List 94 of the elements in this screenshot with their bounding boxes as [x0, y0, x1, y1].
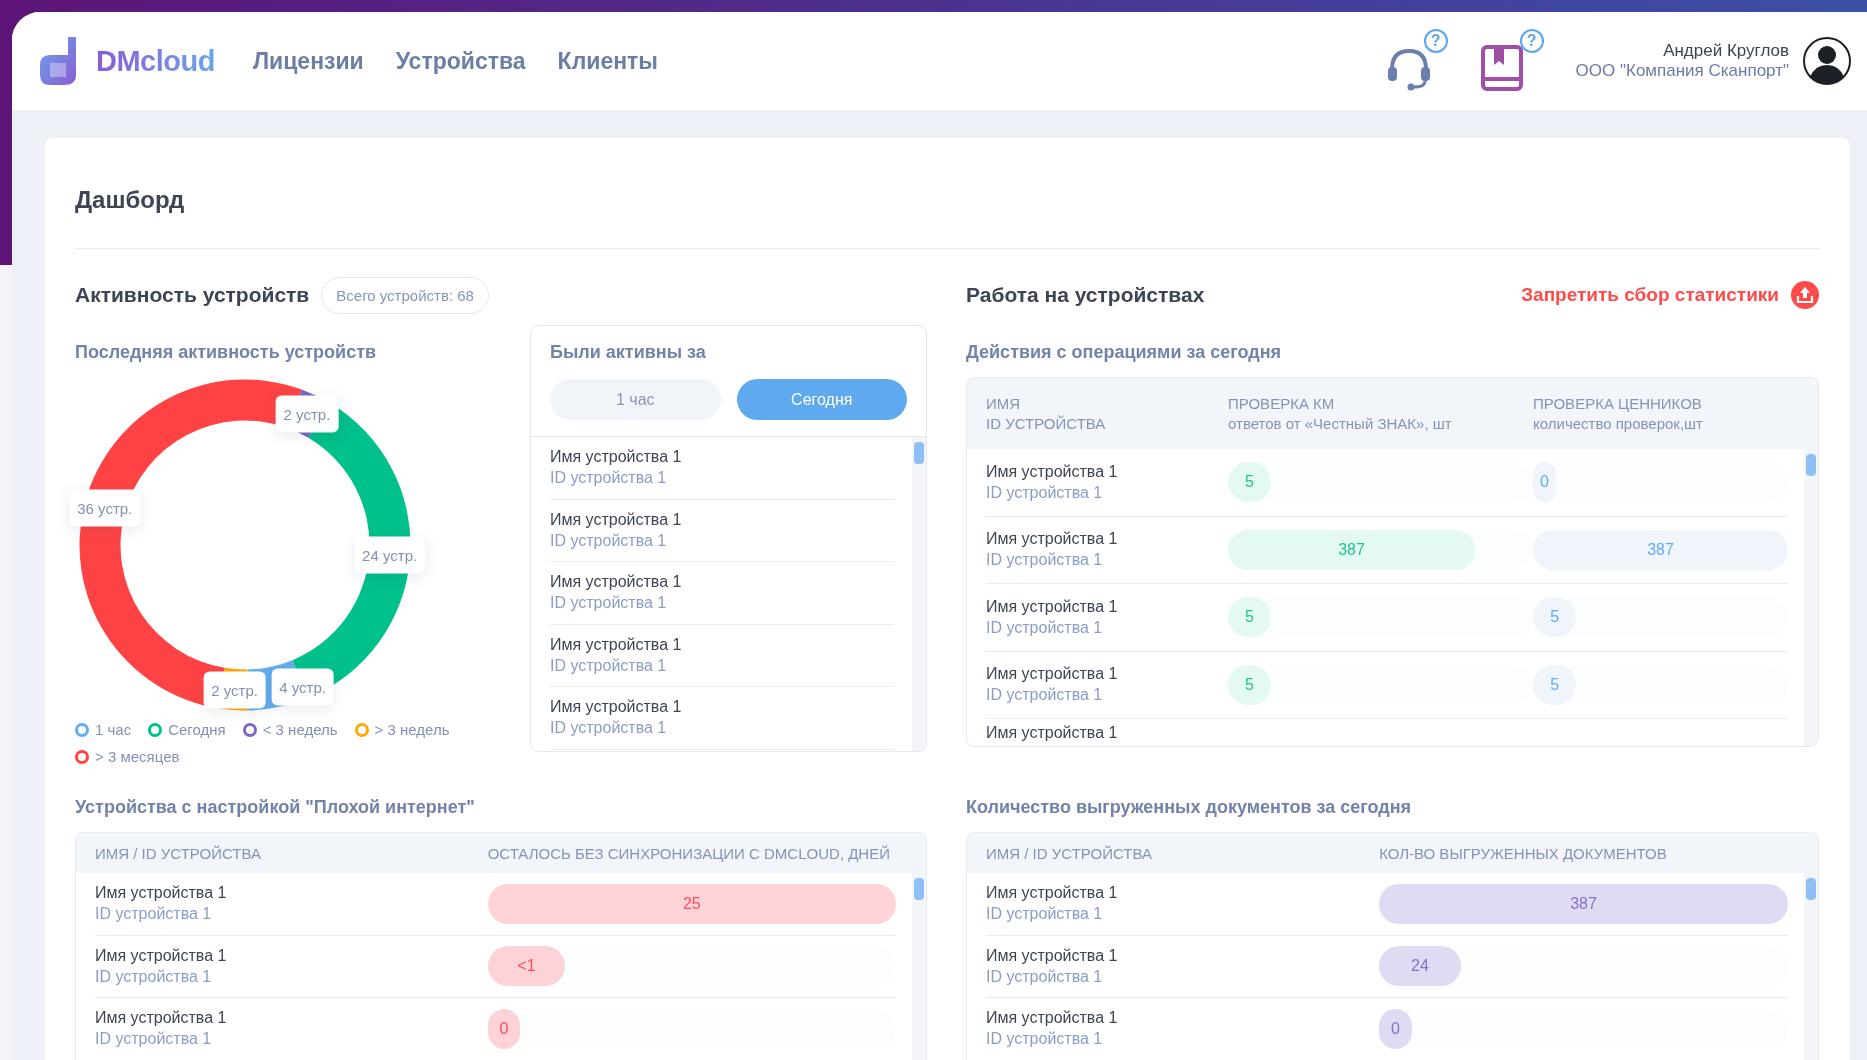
device-name: Имя устройства 1 [986, 530, 1119, 549]
device-id: ID устройства 1 [986, 1030, 1104, 1049]
value-bar: 387 [1228, 529, 1476, 570]
device-id: ID устройства 1 [986, 905, 1104, 924]
column-subheader: ответов от «Честный ЗНАК», шт [1228, 415, 1453, 432]
device-name: Имя устройства 1 [95, 1009, 228, 1028]
device-name: Имя устройства 1 [550, 448, 683, 467]
value-bar: 5 [1228, 597, 1271, 638]
panel-title: Были активны за [550, 342, 707, 363]
column-header: ИМЯ / ID УСТРОЙСТВА [95, 844, 262, 862]
value-bar: 0 [487, 1008, 521, 1049]
device-name: Имя устройства 1 [550, 573, 683, 592]
device-id: ID устройства 1 [550, 594, 668, 613]
value-bar: 0 [1533, 462, 1556, 503]
value-bar: 25 [487, 883, 896, 924]
column-header: ОСТАЛОСЬ БЕЗ СИНХРОНИЗАЦИИ С DMCLOUD, ДНЕЙ [487, 844, 891, 862]
help-badge[interactable]: ? [1519, 29, 1544, 53]
user-name: Андрей Круглов [1663, 41, 1789, 61]
device-id: ID устройства 1 [986, 686, 1104, 705]
value-bar: 387 [1379, 883, 1788, 924]
device-name: Имя устройства 1 [986, 462, 1119, 481]
device-id: ID устройства 1 [95, 905, 213, 924]
slice-label: 4 устр. [271, 668, 334, 706]
device-id: ID устройства 1 [550, 531, 668, 550]
device-name: Имя устройства 1 [986, 723, 1119, 742]
slice-label: 24 устр. [354, 536, 426, 574]
value-bar: 387 [1533, 529, 1788, 570]
nav-link[interactable]: Устройства [395, 47, 526, 75]
value-bar: 0 [1379, 1008, 1412, 1049]
value-bar: 5 [1533, 664, 1577, 705]
period-tab[interactable]: 1 час [550, 379, 721, 420]
device-name: Имя устройства 1 [986, 597, 1119, 616]
device-id: ID устройства 1 [95, 967, 213, 986]
legend-label: > 3 недель [374, 721, 450, 738]
device-id: ID устройства 1 [550, 469, 668, 488]
device-name: Имя устройства 1 [550, 635, 683, 654]
avatar-icon[interactable] [1803, 37, 1851, 85]
device-name: Имя устройства 1 [95, 946, 228, 965]
table-title: Действия с операциями за сегодня [966, 342, 1283, 363]
value-bar: <1 [487, 946, 566, 987]
nav-link[interactable]: Клиенты [557, 47, 658, 75]
legend-ring [75, 722, 89, 737]
column-header: КОЛ-ВО ВЫГРУЖЕННЫХ ДОКУМЕНТОВ [1379, 844, 1668, 862]
slice-label: 2 устр. [275, 395, 339, 433]
slice-label: 2 устр. [203, 671, 266, 709]
device-name: Имя устройства 1 [986, 946, 1119, 965]
section-title: Работа на устройствах [966, 283, 1205, 307]
nav-link[interactable]: Лицензии [252, 47, 364, 75]
device-id: ID устройства 1 [986, 483, 1104, 502]
device-name: Имя устройства 1 [986, 884, 1119, 903]
device-id: ID устройства 1 [95, 1030, 213, 1049]
chart-title: Последняя активность устройств [75, 342, 378, 363]
table-title: Устройства с настройкой "Плохой интернет" [75, 797, 476, 818]
legend-ring [354, 722, 369, 737]
value-bar: 5 [1228, 462, 1271, 503]
period-tab[interactable]: Сегодня [736, 379, 907, 420]
device-id: ID устройства 1 [550, 656, 668, 675]
column-header: ИМЯ / ID УСТРОЙСТВА [986, 844, 1153, 862]
column-header: ПРОВЕРКА ЦЕННИКОВ [1533, 395, 1703, 412]
legend-label: > 3 месяцев [95, 748, 180, 765]
legend-label: < 3 недель [262, 721, 338, 738]
scrollbar[interactable] [912, 437, 926, 751]
column-header: ПРОВЕРКА КМ [1228, 395, 1336, 412]
value-bar: 24 [1379, 946, 1461, 987]
slice-label: 36 устр. [69, 489, 141, 527]
device-id: ID устройства 1 [986, 551, 1104, 570]
table-title: Количество выгруженных документов за сегодня [966, 797, 1413, 818]
column-subheader: ID УСТРОЙСТВА [986, 415, 1107, 432]
device-id: ID устройства 1 [986, 618, 1104, 637]
device-name: Имя устройства 1 [550, 698, 683, 717]
stop-statistics-link[interactable]: Запретить сбор статистики [1521, 281, 1819, 309]
help-badge[interactable]: ? [1423, 29, 1448, 53]
value-bar: 5 [1533, 597, 1577, 638]
device-name: Имя устройства 1 [95, 884, 228, 903]
upload-icon[interactable] [1791, 281, 1819, 309]
legend-ring [148, 722, 163, 737]
legend-ring [242, 722, 257, 737]
legend-label: Сегодня [168, 721, 226, 738]
scrollbar[interactable] [912, 873, 926, 1060]
page-title: Дашборд [75, 138, 1820, 249]
column-subheader: количество проверок,шт [1533, 415, 1704, 432]
device-id: ID устройства 1 [550, 719, 668, 738]
company-name: ООО "Компания Сканпорт" [1575, 61, 1789, 81]
scrollbar[interactable] [1804, 449, 1818, 746]
device-id: ID устройства 1 [986, 967, 1104, 986]
device-name: Имя устройства 1 [550, 510, 683, 529]
device-name: Имя устройства 1 [986, 1009, 1119, 1028]
legend-label: 1 час [95, 721, 132, 738]
device-name: Имя устройства 1 [986, 665, 1119, 684]
scrollbar[interactable] [1804, 873, 1818, 1060]
legend-ring [75, 749, 89, 764]
section-title: Активность устройств [75, 283, 310, 307]
column-header: ИМЯ [986, 395, 1022, 412]
value-bar: 5 [1228, 664, 1271, 705]
